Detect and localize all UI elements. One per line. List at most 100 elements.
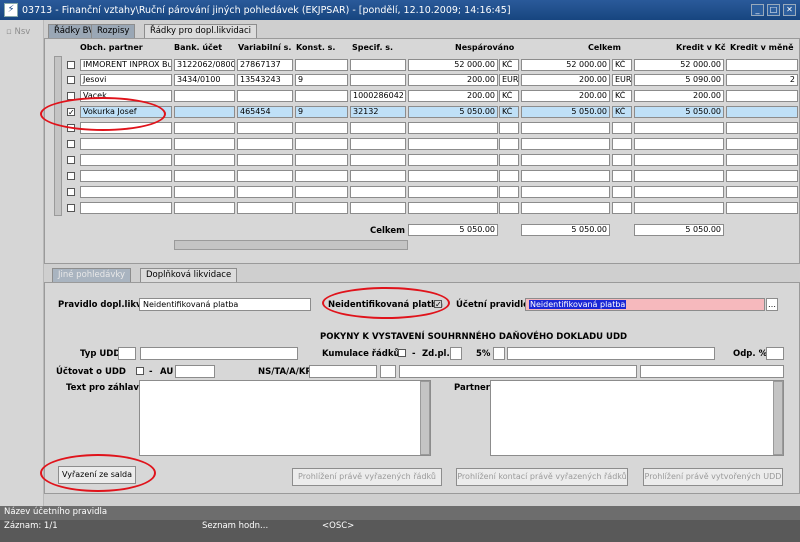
cell-currency[interactable]: EUR [612, 74, 632, 86]
row-checkbox[interactable] [67, 188, 75, 196]
pravidlo-field[interactable]: Neidentifikovaná platba [139, 298, 311, 311]
empty-cell[interactable] [726, 122, 798, 134]
empty-cell[interactable] [408, 186, 498, 198]
empty-cell[interactable] [174, 202, 235, 214]
empty-cell[interactable] [237, 154, 293, 166]
empty-cell[interactable] [726, 154, 798, 166]
cell-currency[interactable]: KČ [499, 106, 519, 118]
cell-account[interactable] [174, 106, 235, 118]
cell-vs[interactable]: 13543243 [237, 74, 293, 86]
cell-currency[interactable]: KČ [612, 59, 632, 71]
tab-jine-pohledavky[interactable]: Jiné pohledávky [52, 268, 132, 282]
header-bank-ucet[interactable]: Bank. účet [174, 43, 222, 52]
empty-cell[interactable] [295, 202, 348, 214]
empty-cell[interactable] [408, 154, 498, 166]
empty-cell[interactable] [612, 138, 632, 150]
pct-field-b[interactable] [507, 347, 715, 360]
empty-cell[interactable] [237, 138, 293, 150]
empty-cell[interactable] [174, 154, 235, 166]
empty-cell[interactable] [521, 202, 610, 214]
au-field[interactable] [175, 365, 215, 378]
prohlizeni-udd-button[interactable]: Prohlížení právě vytvořených UDD [643, 468, 783, 486]
empty-cell[interactable] [612, 170, 632, 182]
empty-cell[interactable] [350, 170, 406, 182]
header-nesparovano[interactable]: Nespárováno [455, 43, 514, 52]
cell-currency[interactable]: KČ [612, 90, 632, 102]
empty-cell[interactable] [499, 154, 519, 166]
empty-cell[interactable] [521, 186, 610, 198]
cell-celkem[interactable]: 5 050.00 [521, 106, 610, 118]
empty-cell[interactable] [350, 154, 406, 166]
close-button[interactable]: ✕ [783, 4, 796, 16]
header-variabilni-s[interactable]: Variabilní s. [238, 43, 291, 52]
empty-cell[interactable] [612, 186, 632, 198]
empty-cell[interactable] [634, 154, 724, 166]
cell-kredit-mena[interactable] [726, 59, 798, 71]
empty-cell[interactable] [350, 138, 406, 150]
row-checkbox[interactable] [67, 156, 75, 164]
typ-udd-code[interactable] [118, 347, 136, 360]
header-kredit-kc[interactable]: Kredit v Kč [676, 43, 726, 52]
empty-cell[interactable] [408, 122, 498, 134]
nsv-label[interactable]: ▫ Nsv [6, 27, 30, 37]
cell-kredit-kc[interactable]: 5 050.00 [634, 106, 724, 118]
cell-kredit-kc[interactable]: 200.00 [634, 90, 724, 102]
maximize-button[interactable]: □ [767, 4, 780, 16]
empty-cell[interactable] [80, 202, 172, 214]
cell-account[interactable]: 3122062/0800 [174, 59, 235, 71]
empty-cell[interactable] [237, 122, 293, 134]
cell-nesparovano[interactable]: 200.00 [408, 90, 498, 102]
cell-ks[interactable] [295, 90, 348, 102]
empty-cell[interactable] [295, 186, 348, 198]
empty-cell[interactable] [80, 170, 172, 182]
lov-button[interactable]: … [766, 298, 778, 311]
empty-cell[interactable] [499, 170, 519, 182]
empty-cell[interactable] [174, 170, 235, 182]
cell-ss[interactable]: 1000286042 [350, 90, 406, 102]
text-pro-zahlavi-field[interactable] [139, 380, 431, 456]
empty-cell[interactable] [237, 170, 293, 182]
cell-vs[interactable]: 27867137 [237, 59, 293, 71]
cell-nesparovano[interactable]: 5 050.00 [408, 106, 498, 118]
cell-kredit-kc[interactable]: 5 090.00 [634, 74, 724, 86]
row-checkbox[interactable] [67, 140, 75, 148]
tab-radky-dopl-likvidaci[interactable]: Řádky pro dopl.likvidaci [144, 24, 258, 38]
empty-cell[interactable] [295, 170, 348, 182]
partner-scrollbar[interactable] [773, 381, 783, 455]
cell-currency[interactable]: EUR [499, 74, 519, 86]
cell-ks[interactable]: 9 [295, 74, 348, 86]
empty-cell[interactable] [80, 186, 172, 198]
header-kredit-mena[interactable]: Kredit v měně [730, 43, 794, 52]
cell-partner[interactable]: Jesovi [80, 74, 172, 86]
empty-cell[interactable] [499, 138, 519, 150]
grid-horizontal-scrollbar[interactable] [174, 240, 408, 250]
header-obch-partner[interactable]: Obch. partner [80, 43, 143, 52]
cell-partner[interactable]: IMMORENT INPROX Bu [80, 59, 172, 71]
header-celkem[interactable]: Celkem [588, 43, 621, 52]
cell-account[interactable] [174, 90, 235, 102]
kumulace-checkbox[interactable] [398, 349, 406, 357]
empty-cell[interactable] [521, 154, 610, 166]
tab-doplnkova-likvidace[interactable]: Doplňková likvidace [140, 268, 238, 282]
cell-nesparovano[interactable]: 52 000.00 [408, 59, 498, 71]
cell-account[interactable]: 3434/0100 [174, 74, 235, 86]
cell-celkem[interactable]: 52 000.00 [521, 59, 610, 71]
cell-ks[interactable]: 9 [295, 106, 348, 118]
empty-cell[interactable] [80, 154, 172, 166]
empty-cell[interactable] [499, 186, 519, 198]
header-specif-s[interactable]: Specif. s. [352, 43, 393, 52]
empty-cell[interactable] [174, 186, 235, 198]
row-checkbox[interactable] [67, 61, 75, 69]
header-konst-s[interactable]: Konst. s. [296, 43, 335, 52]
pct-field-a[interactable] [493, 347, 505, 360]
prohlizeni-kontaci-button[interactable]: Prohlížení kontací právě vyřazených řádk… [456, 468, 628, 486]
empty-cell[interactable] [295, 138, 348, 150]
cell-kredit-mena[interactable] [726, 90, 798, 102]
empty-cell[interactable] [350, 186, 406, 198]
empty-cell[interactable] [295, 122, 348, 134]
cell-vs[interactable] [237, 90, 293, 102]
empty-cell[interactable] [634, 122, 724, 134]
empty-cell[interactable] [521, 138, 610, 150]
empty-cell[interactable] [237, 186, 293, 198]
cell-currency[interactable]: KČ [612, 106, 632, 118]
